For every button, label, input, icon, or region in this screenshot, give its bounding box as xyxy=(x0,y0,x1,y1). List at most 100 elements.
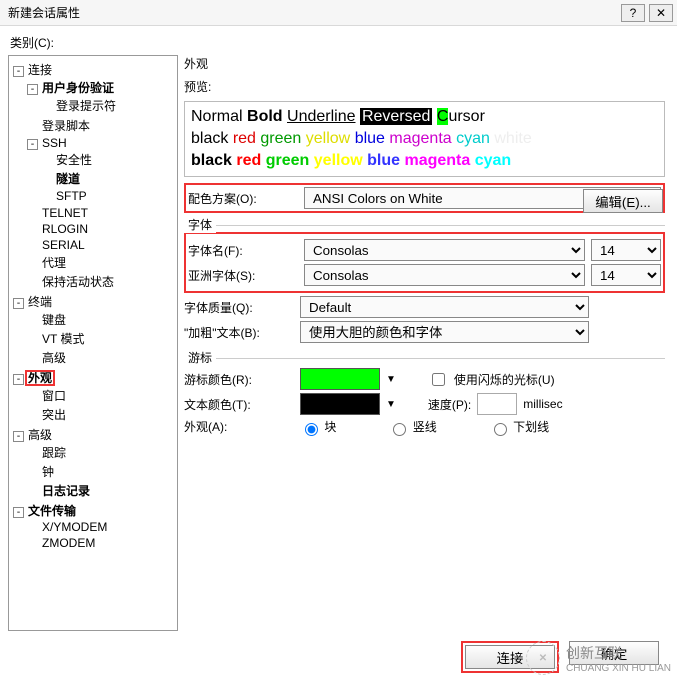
category-tree[interactable]: -连接 -用户身份验证 登录提示符 登录脚本 -SSH 安全性 隧道 SFTP xyxy=(8,55,178,631)
help-button[interactable]: ? xyxy=(621,4,645,22)
pv-green: green xyxy=(260,130,301,147)
cursor-group-title: 游标 xyxy=(184,349,216,366)
toggle-icon[interactable]: - xyxy=(27,84,38,95)
preview-underline: Underline xyxy=(287,108,355,125)
pv-black: black xyxy=(191,130,228,147)
font-group-title: 字体 xyxy=(184,216,216,233)
tree-advanced-1[interactable]: 高级 xyxy=(40,351,68,365)
tree-keepalive[interactable]: 保持活动状态 xyxy=(40,275,116,289)
pvb-cyan: cyan xyxy=(475,152,511,169)
preview-box: Normal Bold Underline Reversed Cursor bl… xyxy=(184,101,665,177)
speed-input[interactable] xyxy=(477,393,517,415)
title-bar: 新建会话属性 ? ✕ xyxy=(0,0,677,26)
radio-vline[interactable] xyxy=(393,423,406,436)
tree-connection[interactable]: 连接 xyxy=(26,63,54,77)
cursor-color-label: 游标颜色(R): xyxy=(184,371,294,388)
tree-xymodem[interactable]: X/YMODEM xyxy=(40,520,109,534)
tree-logging[interactable]: 日志记录 xyxy=(40,484,92,498)
tree-telnet[interactable]: TELNET xyxy=(40,206,90,220)
radio-under-label: 下划线 xyxy=(513,420,549,434)
radio-vline-label: 竖线 xyxy=(413,420,437,434)
tree-serial[interactable]: SERIAL xyxy=(40,238,87,252)
pv-magenta: magenta xyxy=(389,130,451,147)
toggle-icon[interactable]: - xyxy=(13,298,24,309)
close-button[interactable]: ✕ xyxy=(649,4,673,22)
preview-cursor-char: C xyxy=(437,108,449,125)
toggle-icon[interactable]: - xyxy=(13,66,24,77)
millisec-label: millisec xyxy=(523,397,562,411)
bold-text-select[interactable]: 使用大胆的颜色和字体 xyxy=(300,321,589,343)
tree-vt-mode[interactable]: VT 模式 xyxy=(40,332,86,346)
pv-yellow: yellow xyxy=(306,130,350,147)
content-panel: 外观 预览: Normal Bold Underline Reversed Cu… xyxy=(184,55,669,631)
tree-bell[interactable]: 钟 xyxy=(40,465,56,479)
tree-proxy[interactable]: 代理 xyxy=(40,256,68,270)
tree-login-script[interactable]: 登录脚本 xyxy=(40,119,92,133)
tree-user-auth[interactable]: 用户身份验证 xyxy=(40,81,116,95)
tree-window[interactable]: 窗口 xyxy=(40,389,68,403)
tree-ssh[interactable]: SSH xyxy=(40,136,69,150)
text-color-label: 文本颜色(T): xyxy=(184,396,294,413)
cursor-color-swatch[interactable] xyxy=(300,368,380,390)
radio-block-label: 块 xyxy=(324,420,336,434)
edit-button[interactable]: 编辑(E)... xyxy=(583,189,663,213)
speed-label: 速度(P): xyxy=(428,396,471,413)
blink-label: 使用闪烁的光标(U) xyxy=(454,371,555,388)
tree-advanced-2[interactable]: 高级 xyxy=(26,428,54,442)
radio-block[interactable] xyxy=(305,423,318,436)
font-name-label: 字体名(F): xyxy=(188,242,298,259)
pv-cyan: cyan xyxy=(456,130,490,147)
preview-bold: Bold xyxy=(247,108,283,125)
pvb-green: green xyxy=(266,152,310,169)
preview-reversed: Reversed xyxy=(360,108,432,125)
watermark: ✕ 创新互联 CHUANG XIN HU LIAN xyxy=(526,641,671,675)
pvb-black: black xyxy=(191,152,232,169)
pvb-magenta: magenta xyxy=(404,152,470,169)
pv-white: white xyxy=(494,130,531,147)
cursor-group: 游标 游标颜色(R): ▼ 使用闪烁的光标(U) 文本颜色(T): ▼ 速度(P… xyxy=(184,358,665,439)
toggle-icon[interactable]: - xyxy=(13,507,24,518)
dialog-title: 新建会话属性 xyxy=(8,4,80,21)
toggle-icon[interactable]: - xyxy=(27,139,38,150)
pv-blue: blue xyxy=(355,130,385,147)
tree-security[interactable]: 安全性 xyxy=(54,153,94,167)
watermark-sub: CHUANG XIN HU LIAN xyxy=(566,663,671,674)
tree-sftp[interactable]: SFTP xyxy=(54,189,89,203)
preview-label: 预览: xyxy=(184,78,665,95)
tree-rlogin[interactable]: RLOGIN xyxy=(40,222,90,236)
tree-terminal[interactable]: 终端 xyxy=(26,295,54,309)
tree-highlight[interactable]: 突出 xyxy=(40,408,68,422)
watermark-brand: 创新互联 xyxy=(566,643,671,663)
font-size-2-select[interactable]: 14 xyxy=(591,264,661,286)
pvb-red: red xyxy=(236,152,261,169)
section-title-appearance: 外观 xyxy=(184,55,665,72)
tree-zmodem[interactable]: ZMODEM xyxy=(40,536,97,550)
category-label: 类别(C): xyxy=(10,34,669,51)
bold-text-label: "加粗"文本(B): xyxy=(184,324,294,341)
text-color-swatch[interactable] xyxy=(300,393,380,415)
font-quality-label: 字体质量(Q): xyxy=(184,299,294,316)
toggle-icon[interactable]: - xyxy=(13,431,24,442)
asian-font-label: 亚洲字体(S): xyxy=(188,267,298,284)
pvb-blue: blue xyxy=(367,152,400,169)
preview-cursor-rest: ursor xyxy=(448,108,484,125)
tree-tracking[interactable]: 跟踪 xyxy=(40,446,68,460)
radio-underline[interactable] xyxy=(494,423,507,436)
tree-file-transfer[interactable]: 文件传输 xyxy=(26,504,78,518)
blink-checkbox[interactable] xyxy=(432,373,445,386)
font-group: 字体 字体名(F): Consolas 14 亚洲字体(S): Consolas… xyxy=(184,225,665,346)
cursor-appearance-label: 外观(A): xyxy=(184,418,294,435)
tree-keyboard[interactable]: 键盘 xyxy=(40,313,68,327)
tree-tunnel[interactable]: 隧道 xyxy=(54,172,82,186)
tree-appearance[interactable]: 外观 xyxy=(26,371,54,385)
tree-login-prompt[interactable]: 登录提示符 xyxy=(54,99,118,113)
font-quality-select[interactable]: Default xyxy=(300,296,589,318)
font-name-select[interactable]: Consolas xyxy=(304,239,585,261)
font-size-1-select[interactable]: 14 xyxy=(591,239,661,261)
asian-font-select[interactable]: Consolas xyxy=(304,264,585,286)
pvb-yellow: yellow xyxy=(314,152,363,169)
watermark-logo-icon: ✕ xyxy=(526,641,560,675)
pv-red: red xyxy=(233,130,256,147)
preview-normal: Normal xyxy=(191,108,243,125)
toggle-icon[interactable]: - xyxy=(13,374,24,385)
